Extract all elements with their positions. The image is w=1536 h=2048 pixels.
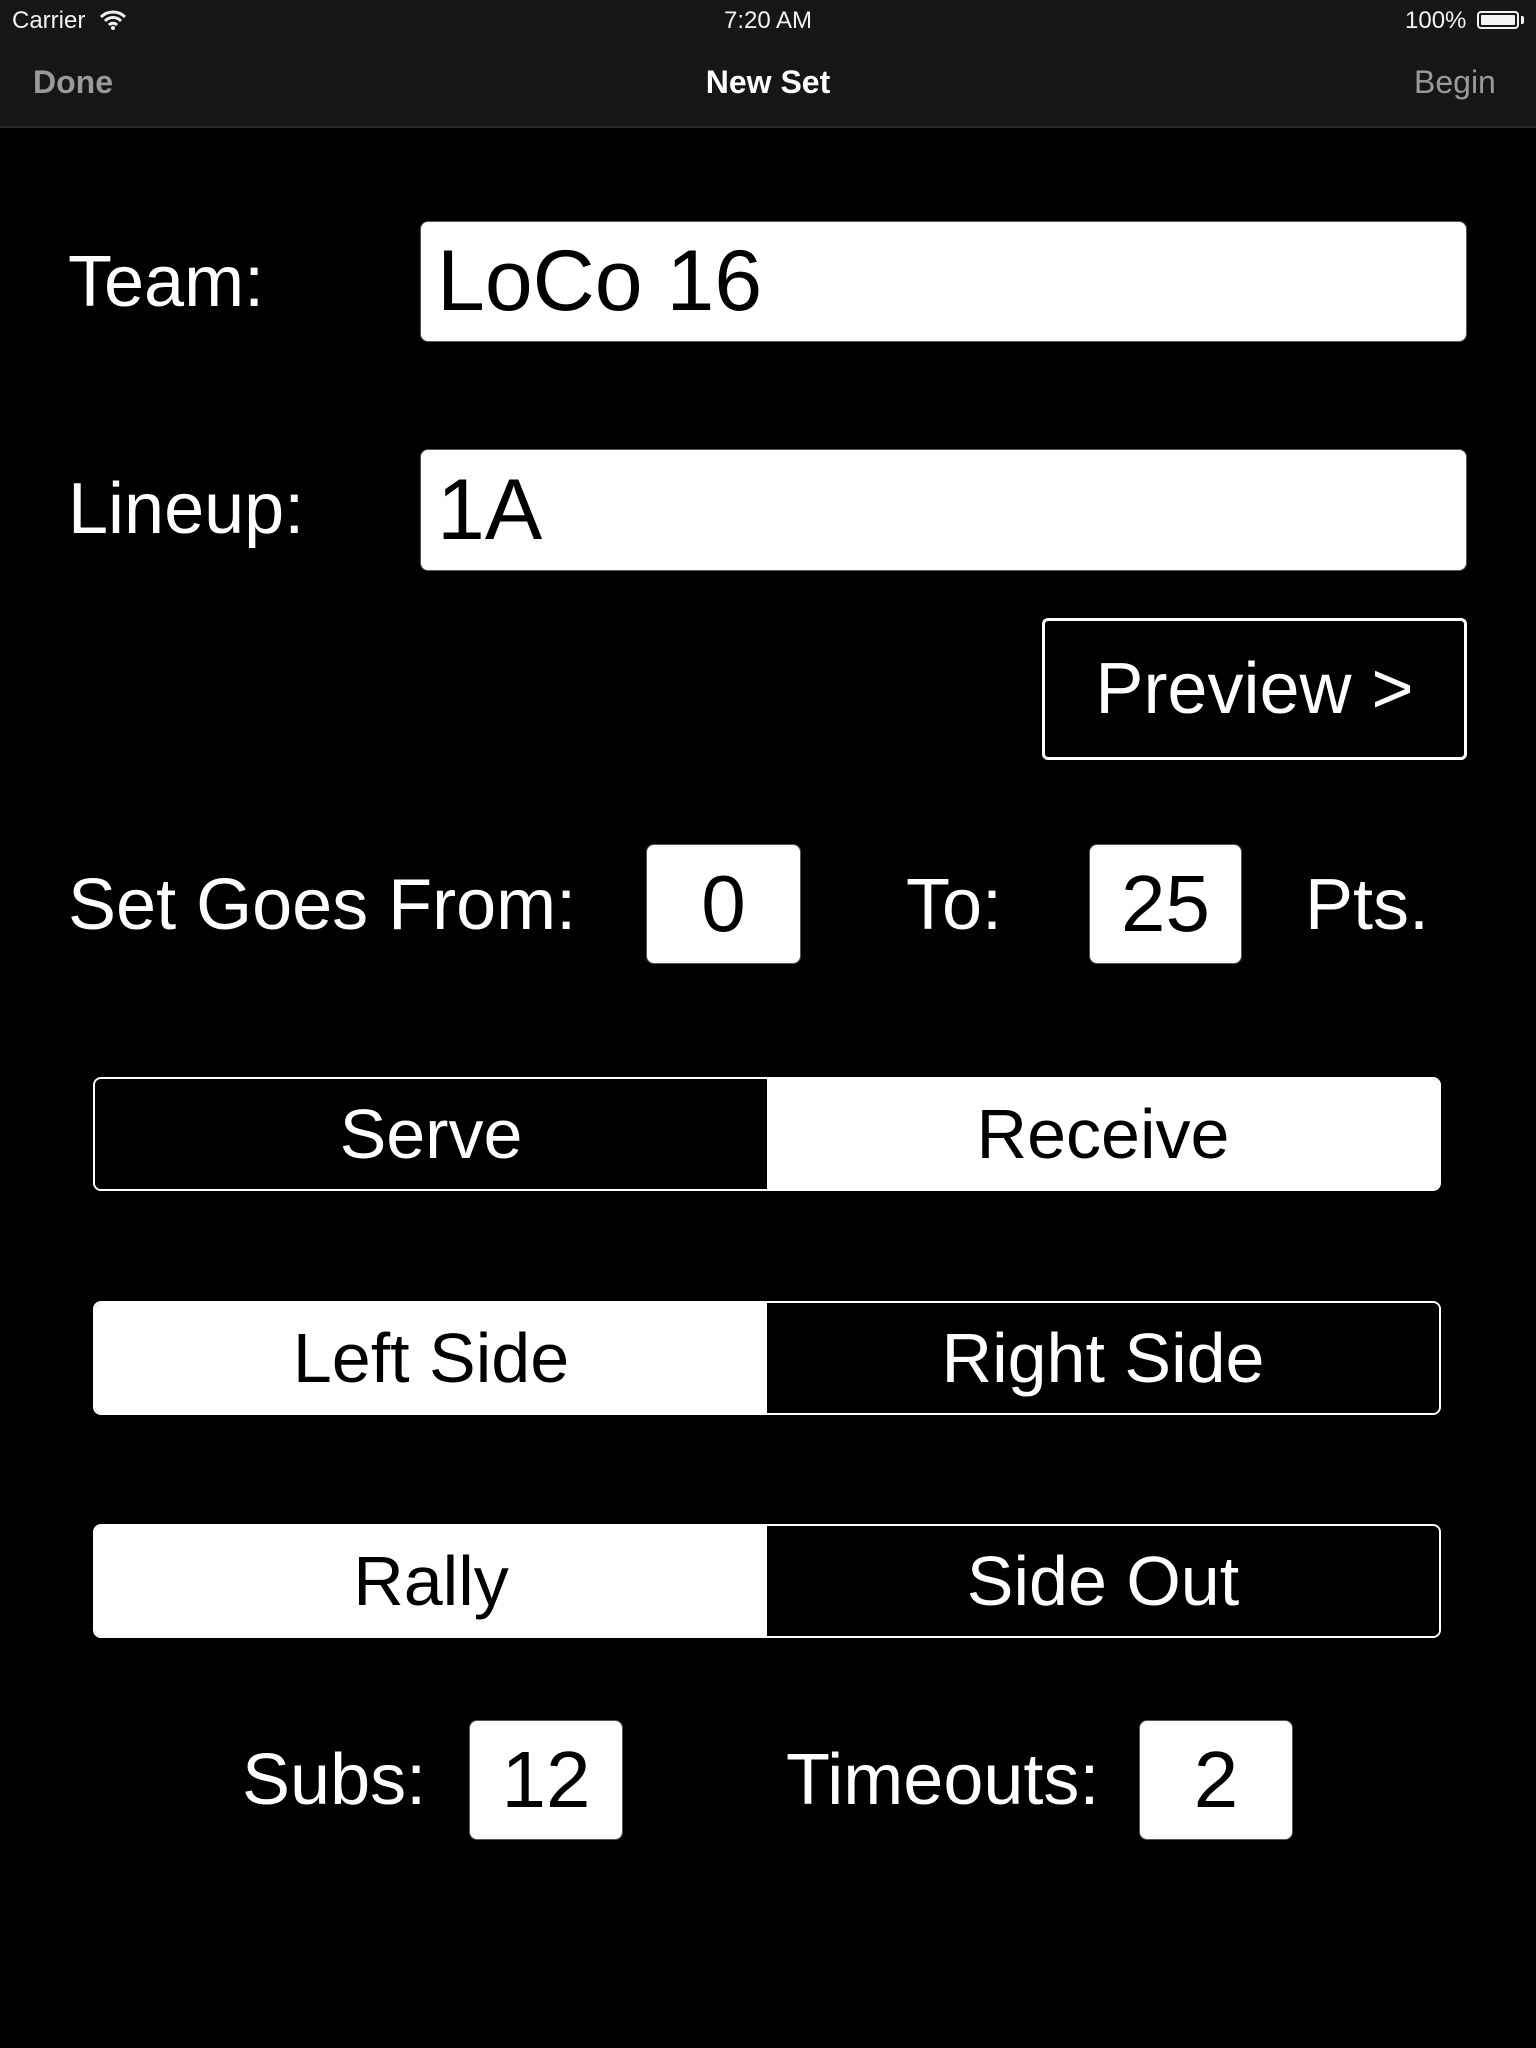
battery-icon: [1477, 11, 1519, 29]
segment-side-out[interactable]: Side Out: [767, 1526, 1439, 1636]
battery-percent: 100%: [1405, 7, 1467, 34]
set-to-input[interactable]: [1089, 844, 1242, 964]
segment-left-side[interactable]: Left Side: [95, 1303, 767, 1413]
segment-right-side[interactable]: Right Side: [767, 1303, 1439, 1413]
begin-button[interactable]: Begin: [1414, 62, 1496, 102]
lineup-input[interactable]: [420, 449, 1467, 571]
preview-button[interactable]: Preview >: [1042, 618, 1467, 760]
lineup-label: Lineup:: [68, 469, 305, 549]
subs-input[interactable]: [469, 1720, 623, 1840]
set-from-input[interactable]: [646, 844, 801, 964]
team-label: Team:: [68, 242, 265, 322]
status-time: 7:20 AM: [723, 7, 813, 34]
serve-receive-segmented-control: Serve Receive: [93, 1077, 1441, 1191]
timeouts-input[interactable]: [1139, 1720, 1293, 1840]
page-title: New Set: [705, 64, 831, 100]
set-from-label: Set Goes From:: [68, 865, 577, 945]
top-bar: Carrier 7:20 AM 100% New Set Done Begin: [0, 0, 1536, 128]
subs-label: Subs:: [242, 1740, 427, 1820]
done-button[interactable]: Done: [33, 62, 113, 102]
scoring-segmented-control: Rally Side Out: [93, 1524, 1441, 1638]
segment-serve[interactable]: Serve: [95, 1079, 767, 1189]
segment-receive[interactable]: Receive: [767, 1079, 1439, 1189]
segment-rally[interactable]: Rally: [95, 1526, 767, 1636]
set-to-label: To:: [906, 865, 1003, 945]
battery-nub: [1521, 16, 1524, 24]
side-segmented-control: Left Side Right Side: [93, 1301, 1441, 1415]
timeouts-label: Timeouts:: [786, 1740, 1100, 1820]
team-input[interactable]: [420, 221, 1467, 342]
pts-label: Pts.: [1305, 865, 1430, 945]
